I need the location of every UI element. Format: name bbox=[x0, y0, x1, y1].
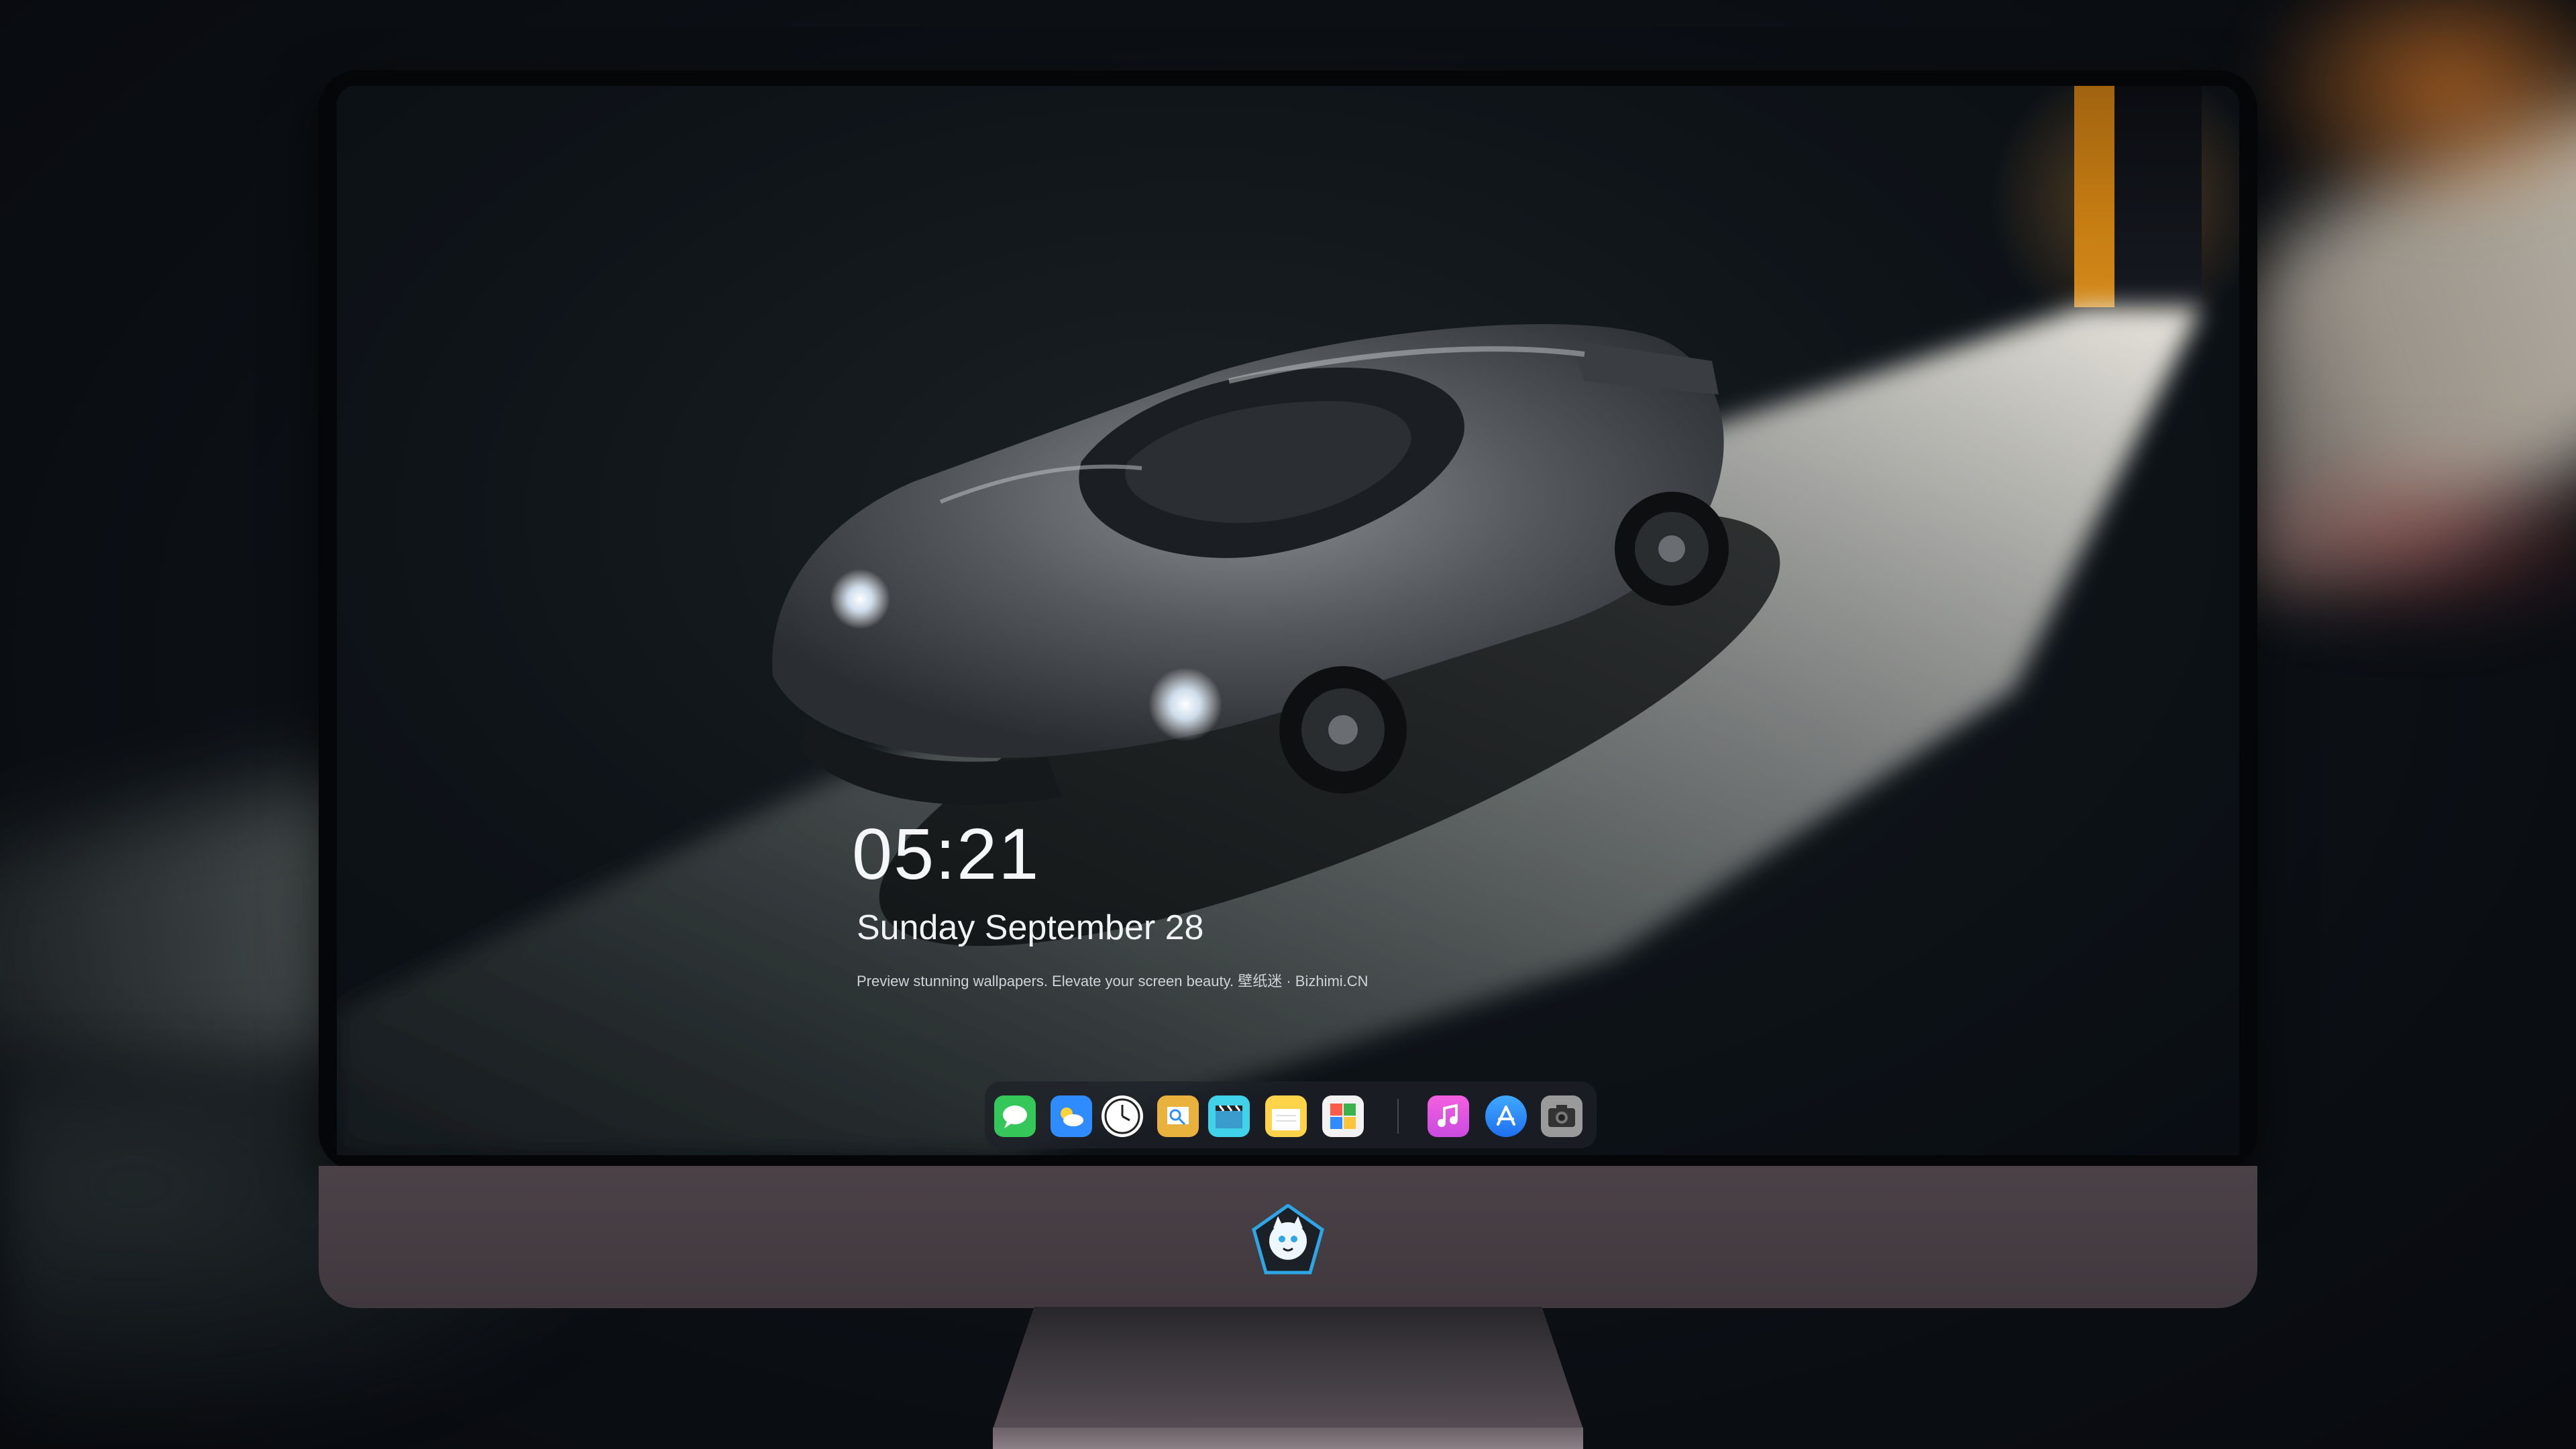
clock-icon[interactable] bbox=[1102, 1095, 1143, 1137]
notes-icon[interactable] bbox=[1265, 1095, 1307, 1137]
clock-time: 05:21 bbox=[852, 813, 1040, 894]
wallpaper-car-scene bbox=[337, 307, 2202, 1155]
photo-booth-icon[interactable] bbox=[1322, 1095, 1364, 1137]
weather-icon[interactable] bbox=[1051, 1095, 1092, 1137]
camera-icon[interactable] bbox=[1541, 1095, 1582, 1137]
messages-icon[interactable] bbox=[994, 1095, 1036, 1137]
wallpaper-tagline: Preview stunning wallpapers. Elevate you… bbox=[857, 973, 1368, 989]
clock-date: Sunday September 28 bbox=[857, 908, 1204, 947]
cat-mascot-logo-icon bbox=[1251, 1203, 1325, 1278]
app-store-icon[interactable] bbox=[1485, 1095, 1527, 1137]
dock-separator bbox=[1397, 1099, 1399, 1134]
monitor-stand-base bbox=[993, 1428, 1583, 1449]
desktop-screen: 05:21 Sunday September 28 Preview stunni… bbox=[337, 86, 2239, 1155]
itunes-icon[interactable] bbox=[1428, 1095, 1469, 1137]
backdrop-orange-glow bbox=[2247, 0, 2576, 228]
video-clip-icon[interactable] bbox=[1208, 1095, 1250, 1137]
preview-icon[interactable] bbox=[1157, 1095, 1199, 1137]
